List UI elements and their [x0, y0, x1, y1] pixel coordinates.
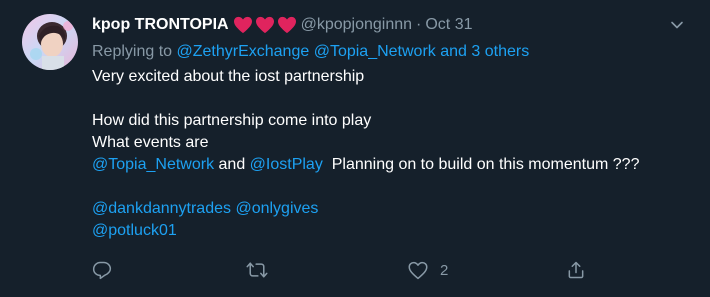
text-line: @potluck01 [92, 220, 692, 242]
red-heart-icon [255, 16, 275, 34]
replying-to-label: Replying to [92, 43, 173, 60]
replying-to: Replying to @ZethyrExchange @Topia_Netwo… [92, 41, 529, 63]
text-line: What events are [92, 134, 209, 151]
text-line: @Topia_Network and @IostPlay Planning on… [92, 154, 692, 176]
mention-topia-network[interactable]: @Topia_Network [92, 156, 214, 173]
red-heart-icon [233, 16, 253, 34]
avatar[interactable] [22, 14, 78, 70]
reply-icon [92, 260, 112, 280]
reply-button[interactable] [92, 259, 124, 281]
red-heart-icon [277, 16, 297, 34]
name-emojis [233, 16, 297, 34]
share-icon [566, 260, 586, 280]
mention-iostplay[interactable]: @IostPlay [250, 156, 323, 173]
share-button[interactable] [566, 259, 586, 281]
retweet-button[interactable] [246, 259, 280, 281]
mention-zethyrexchange[interactable]: @ZethyrExchange [177, 43, 310, 60]
text-fragment: Planning on to build on this momentum ??… [322, 156, 640, 173]
timestamp[interactable]: Oct 31 [425, 14, 472, 36]
text-fragment: and [214, 156, 250, 173]
like-icon [408, 261, 428, 280]
mention-topia-network[interactable]: @Topia_Network [314, 43, 436, 60]
like-count: 2 [440, 261, 449, 279]
tweet-text: Very excited about the iost partnership … [92, 66, 692, 242]
tweet-actions: 2 [92, 259, 688, 281]
text-line: How did this partnership come into play [92, 112, 372, 129]
text-line: @dankdannytrades @onlygives [92, 198, 692, 220]
like-button[interactable]: 2 [408, 259, 448, 281]
text-line: Very excited about the iost partnership [92, 68, 365, 85]
mention-dankdannytrades[interactable]: @dankdannytrades [92, 200, 231, 217]
retweet-icon [246, 260, 268, 280]
chevron-down-icon[interactable] [670, 18, 684, 32]
tweet-card[interactable]: kpop TRONTOPIA @kpopjonginnn · Oct 31 Re… [0, 0, 710, 297]
others-link[interactable]: and 3 others [440, 43, 529, 60]
user-handle[interactable]: @kpopjonginnn [301, 14, 412, 36]
display-name[interactable]: kpop TRONTOPIA [92, 14, 229, 36]
mention-onlygives[interactable]: @onlygives [235, 200, 318, 217]
tweet-header: kpop TRONTOPIA @kpopjonginnn · Oct 31 [92, 14, 473, 36]
mention-potluck01[interactable]: @potluck01 [92, 222, 177, 239]
separator-dot: · [416, 16, 422, 33]
